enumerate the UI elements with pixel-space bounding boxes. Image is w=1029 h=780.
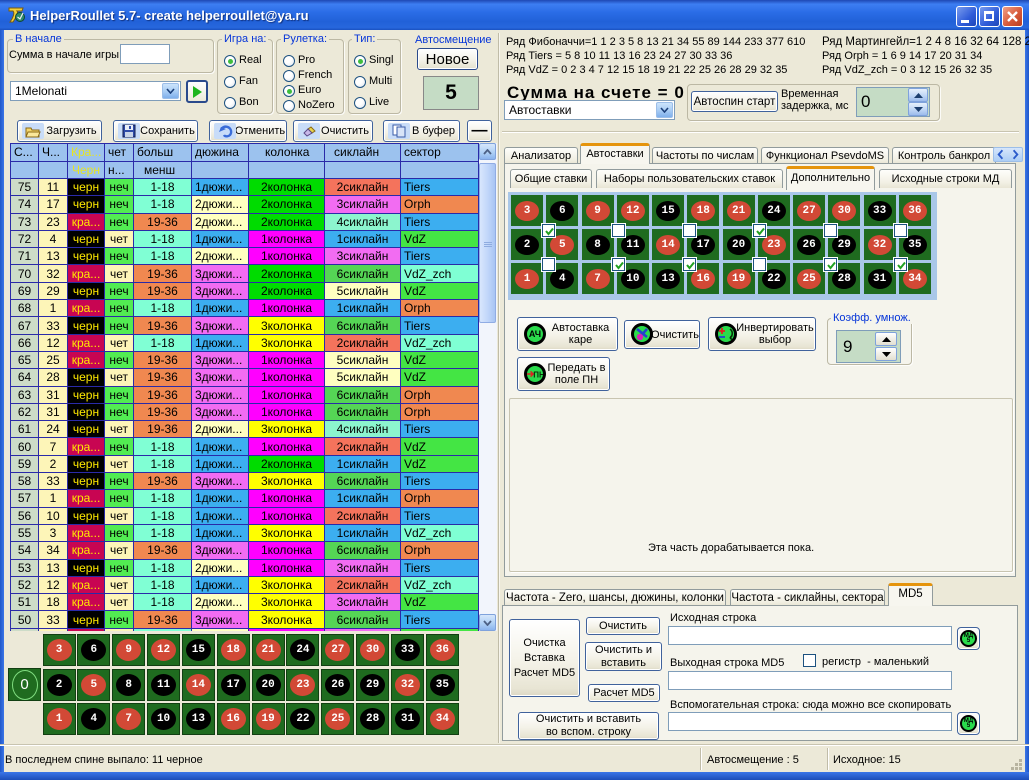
svg-text:ПН: ПН bbox=[533, 371, 543, 380]
